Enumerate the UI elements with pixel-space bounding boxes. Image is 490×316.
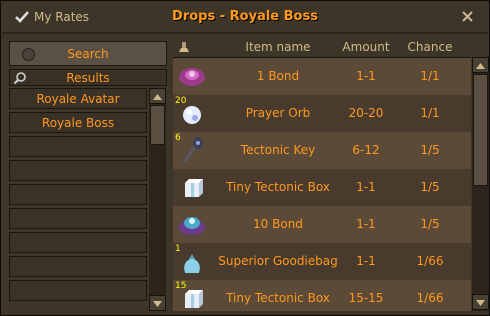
item-quantity: 15 [175,281,187,291]
list-item[interactable] [9,184,147,205]
list-item[interactable] [9,256,147,277]
tiny-tectonic-box-icon [185,179,203,197]
item-amount: 1-1 [356,180,376,194]
table-row[interactable]: 1 Superior Goodiebag 1-1 1/66 [173,243,471,280]
scroll-thumb[interactable] [150,105,165,145]
bond-icon [179,68,205,86]
list-item-label: Royale Avatar [36,92,120,106]
item-name: Tiny Tectonic Box [226,180,330,194]
table-row[interactable]: 20 Prayer Orb 20-20 1/1 [173,95,471,132]
item-chance: 1/1 [420,106,440,120]
list-item-royale-boss[interactable]: Royale Boss [9,112,147,133]
item-chance: 1/66 [416,291,444,305]
scroll-down-button[interactable] [472,294,489,310]
arrow-down-icon [476,300,485,306]
item-amount: 1-1 [356,69,376,83]
item-amount: 20-20 [348,106,384,120]
item-quantity: 6 [175,133,181,143]
table-scrollbar[interactable] [472,57,489,311]
item-amount: 15-15 [348,291,384,305]
table-row[interactable]: 1 Bond 1-1 1/1 [173,58,471,95]
table-row[interactable]: 6 Tectonic Key 6-12 1/5 [173,132,471,169]
list-item-royale-avatar[interactable]: Royale Avatar [9,88,147,109]
item-name: Superior Goodiebag [218,254,338,268]
results-header: Results [9,69,167,86]
title-bar: My Rates Drops - Royale Boss [2,2,488,34]
list-item[interactable] [9,280,147,301]
item-amount: 1-1 [356,217,376,231]
list-item[interactable] [9,160,147,181]
list-item[interactable] [9,208,147,229]
scroll-up-button[interactable] [149,88,166,104]
item-quantity: 20 [175,96,187,106]
results-label: Results [66,71,110,85]
column-header-chance[interactable]: Chance [395,40,465,54]
item-chance: 1/5 [420,143,440,157]
scroll-thumb[interactable] [473,74,488,186]
search-panel: Search Results Royale Avatar Royale Boss [9,41,167,311]
item-chance: 1/66 [416,254,444,268]
scroll-up-button[interactable] [472,57,489,73]
list-item[interactable] [9,232,147,253]
column-header-item-name[interactable]: Item name [217,40,339,54]
item-name: 10 Bond [253,217,303,231]
list-item-label: Royale Boss [41,116,115,130]
sort-icon[interactable] [176,40,192,54]
item-amount: 6-12 [352,143,380,157]
column-header-amount[interactable]: Amount [331,40,401,54]
search-button[interactable]: Search [9,41,167,66]
item-chance: 1/1 [420,69,440,83]
drops-window: My Rates Drops - Royale Boss Search Resu… [0,0,490,316]
arrow-down-icon [153,301,162,307]
item-chance: 1/5 [420,217,440,231]
results-scrollbar[interactable] [149,88,166,311]
bond-icon [179,217,205,235]
item-quantity: 1 [175,244,181,254]
table-row[interactable]: 10 Bond 1-1 1/5 [173,206,471,243]
item-name: Tiny Tectonic Box [226,291,330,305]
item-name: 1 Bond [256,69,300,83]
item-amount: 1-1 [356,254,376,268]
list-item[interactable] [9,136,147,157]
window-title: Drops - Royale Boss [172,9,318,24]
arrow-up-icon [476,63,485,69]
table-header: Item name Amount Chance [173,38,471,58]
close-icon[interactable] [461,10,474,23]
item-chance: 1/5 [420,180,440,194]
table-row[interactable]: 15 Tiny Tectonic Box 15-15 1/66 [173,280,471,311]
search-button-label: Search [67,47,109,61]
table-row[interactable]: Tiny Tectonic Box 1-1 1/5 [173,169,471,206]
item-name: Tectonic Key [240,143,316,157]
item-name: Prayer Orb [245,106,311,120]
drops-table: Item name Amount Chance 1 Bond 1-1 1/1 2… [173,38,471,311]
arrow-up-icon [153,94,162,100]
scroll-down-button[interactable] [149,295,166,311]
results-list: Royale Avatar Royale Boss [9,88,149,311]
superior-goodiebag-icon [184,254,200,273]
